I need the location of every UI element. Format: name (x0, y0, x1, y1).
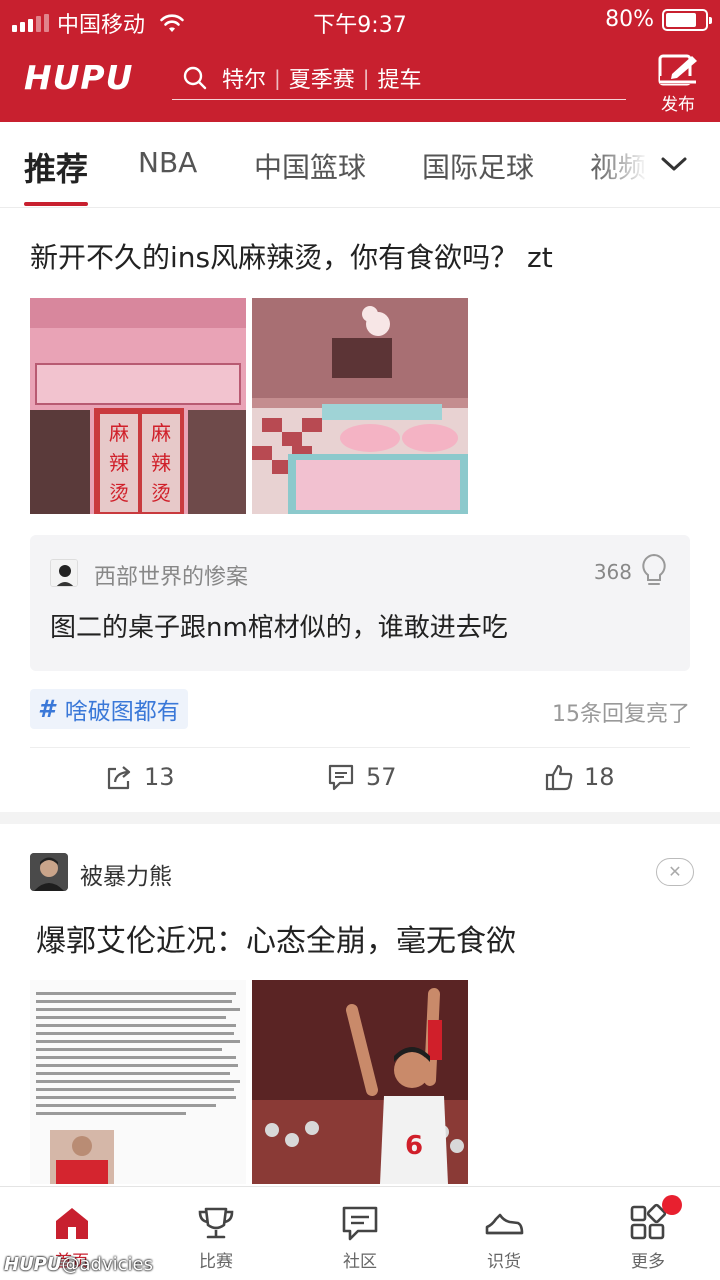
lightbulb-icon[interactable] (640, 553, 668, 589)
search-separator: | (362, 65, 370, 90)
svg-text:6: 6 (405, 1131, 423, 1161)
share-button[interactable]: 13 (104, 762, 175, 792)
search-icon (183, 66, 207, 89)
svg-text:麻: 麻 (109, 421, 129, 445)
comment-like-count: 368 (593, 560, 632, 584)
hot-comment-box[interactable]: 西部世界的惨案 368 图二的桌子跟nm棺材似的，谁敢进去吃 (30, 535, 690, 671)
nav-label: 识货 (487, 1252, 521, 1272)
reply-lit-count[interactable]: 15条回复亮了 (552, 696, 690, 728)
chevron-down-icon[interactable] (660, 154, 688, 174)
nav-label: 社区 (343, 1252, 377, 1272)
battery-percent: 80% (605, 7, 654, 32)
comment-icon (328, 764, 354, 791)
svg-text:烫: 烫 (151, 481, 171, 505)
storefront-photo[interactable]: 麻 辣 烫 麻 辣 烫 (30, 298, 246, 514)
avatar[interactable] (30, 853, 68, 891)
share-count: 13 (144, 763, 175, 791)
chat-icon (342, 1206, 378, 1241)
app-header: 中国移动 下午9:37 80% HUPU 特尔 | 夏季赛 | 提车 发布 (0, 0, 720, 122)
search-bar[interactable]: 特尔 | 夏季赛 | 提车 (172, 56, 626, 100)
thumbs-up-icon (545, 764, 573, 791)
sneaker-icon (485, 1213, 524, 1235)
watermark: HUPU@advicies (4, 1254, 153, 1275)
interior-photo-art (252, 298, 468, 514)
channel-tabs: 推荐 NBA 中国篮球 国际足球 视频 (0, 122, 720, 208)
tab-china-basketball[interactable]: 中国篮球 (254, 146, 366, 186)
nav-more[interactable]: 更多 (598, 1203, 698, 1272)
feed-separator (0, 812, 720, 824)
basketball-player-photo-art: 6 (252, 980, 468, 1184)
avatar[interactable] (50, 559, 78, 587)
hupu-logo[interactable]: HUPU (24, 58, 133, 97)
nav-shopping[interactable]: 识货 (454, 1203, 554, 1272)
search-hot-word[interactable]: 特尔 (222, 62, 266, 94)
nav-label: 更多 (631, 1252, 665, 1272)
share-icon (107, 766, 131, 790)
tabs-fade (590, 122, 720, 207)
edit-icon (658, 54, 697, 86)
svg-text:烫: 烫 (109, 481, 129, 505)
user-avatar-art (51, 560, 77, 586)
storefront-photo-art: 麻 辣 烫 麻 辣 烫 (30, 298, 246, 514)
nav-label: 比赛 (199, 1252, 233, 1272)
notification-badge (662, 1195, 682, 1215)
watermark-brand: HUPU (4, 1254, 62, 1275)
status-right: 80% (605, 7, 712, 32)
author-avatar-art (30, 853, 68, 891)
article-screenshot[interactable] (30, 980, 246, 1184)
post-author[interactable]: 被暴力熊 (80, 857, 172, 891)
nav-games[interactable]: 比赛 (166, 1203, 266, 1272)
search-separator: | (274, 65, 281, 90)
svg-text:辣: 辣 (109, 451, 129, 475)
hashtag-icon: # (38, 695, 55, 723)
tab-recommend[interactable]: 推荐 (24, 144, 88, 190)
like-button[interactable]: 18 (544, 762, 615, 792)
active-tab-indicator (24, 202, 88, 206)
topic-tag-label: 啥破图都有 (64, 699, 180, 725)
svg-text:麻: 麻 (151, 421, 171, 445)
post-title[interactable]: 新开不久的ins风麻辣烫，你有食欲吗？ zt (30, 236, 553, 276)
topic-tag[interactable]: # 啥破图都有 (30, 689, 188, 729)
like-count: 18 (584, 763, 615, 791)
tab-intl-football[interactable]: 国际足球 (422, 146, 534, 186)
comment-text: 图二的桌子跟nm棺材似的，谁敢进去吃 (50, 613, 508, 643)
battery-icon (662, 8, 712, 31)
comment-username[interactable]: 西部世界的惨案 (94, 559, 248, 591)
basketball-player-photo[interactable]: 6 (252, 980, 468, 1184)
post-title[interactable]: 爆郭艾伦近况：心态全崩，毫无食欲 (36, 916, 516, 960)
trophy-icon (198, 1207, 234, 1239)
comment-count: 57 (366, 763, 397, 791)
status-bar: 中国移动 下午9:37 80% (0, 0, 720, 40)
close-icon[interactable]: ✕ (656, 858, 694, 886)
publish-button[interactable]: 发布 (650, 52, 706, 115)
divider (30, 747, 690, 748)
publish-label: 发布 (661, 95, 695, 115)
home-icon (56, 1208, 88, 1239)
comment-button[interactable]: 57 (326, 762, 397, 792)
search-hot-word[interactable]: 提车 (378, 62, 422, 94)
svg-text:辣: 辣 (151, 451, 171, 475)
search-hot-word[interactable]: 夏季赛 (289, 62, 355, 94)
article-screenshot-art (30, 980, 246, 1184)
nav-community[interactable]: 社区 (310, 1203, 410, 1272)
watermark-handle: @advicies (61, 1254, 153, 1275)
interior-photo[interactable] (252, 298, 468, 514)
tab-nba[interactable]: NBA (138, 146, 197, 179)
